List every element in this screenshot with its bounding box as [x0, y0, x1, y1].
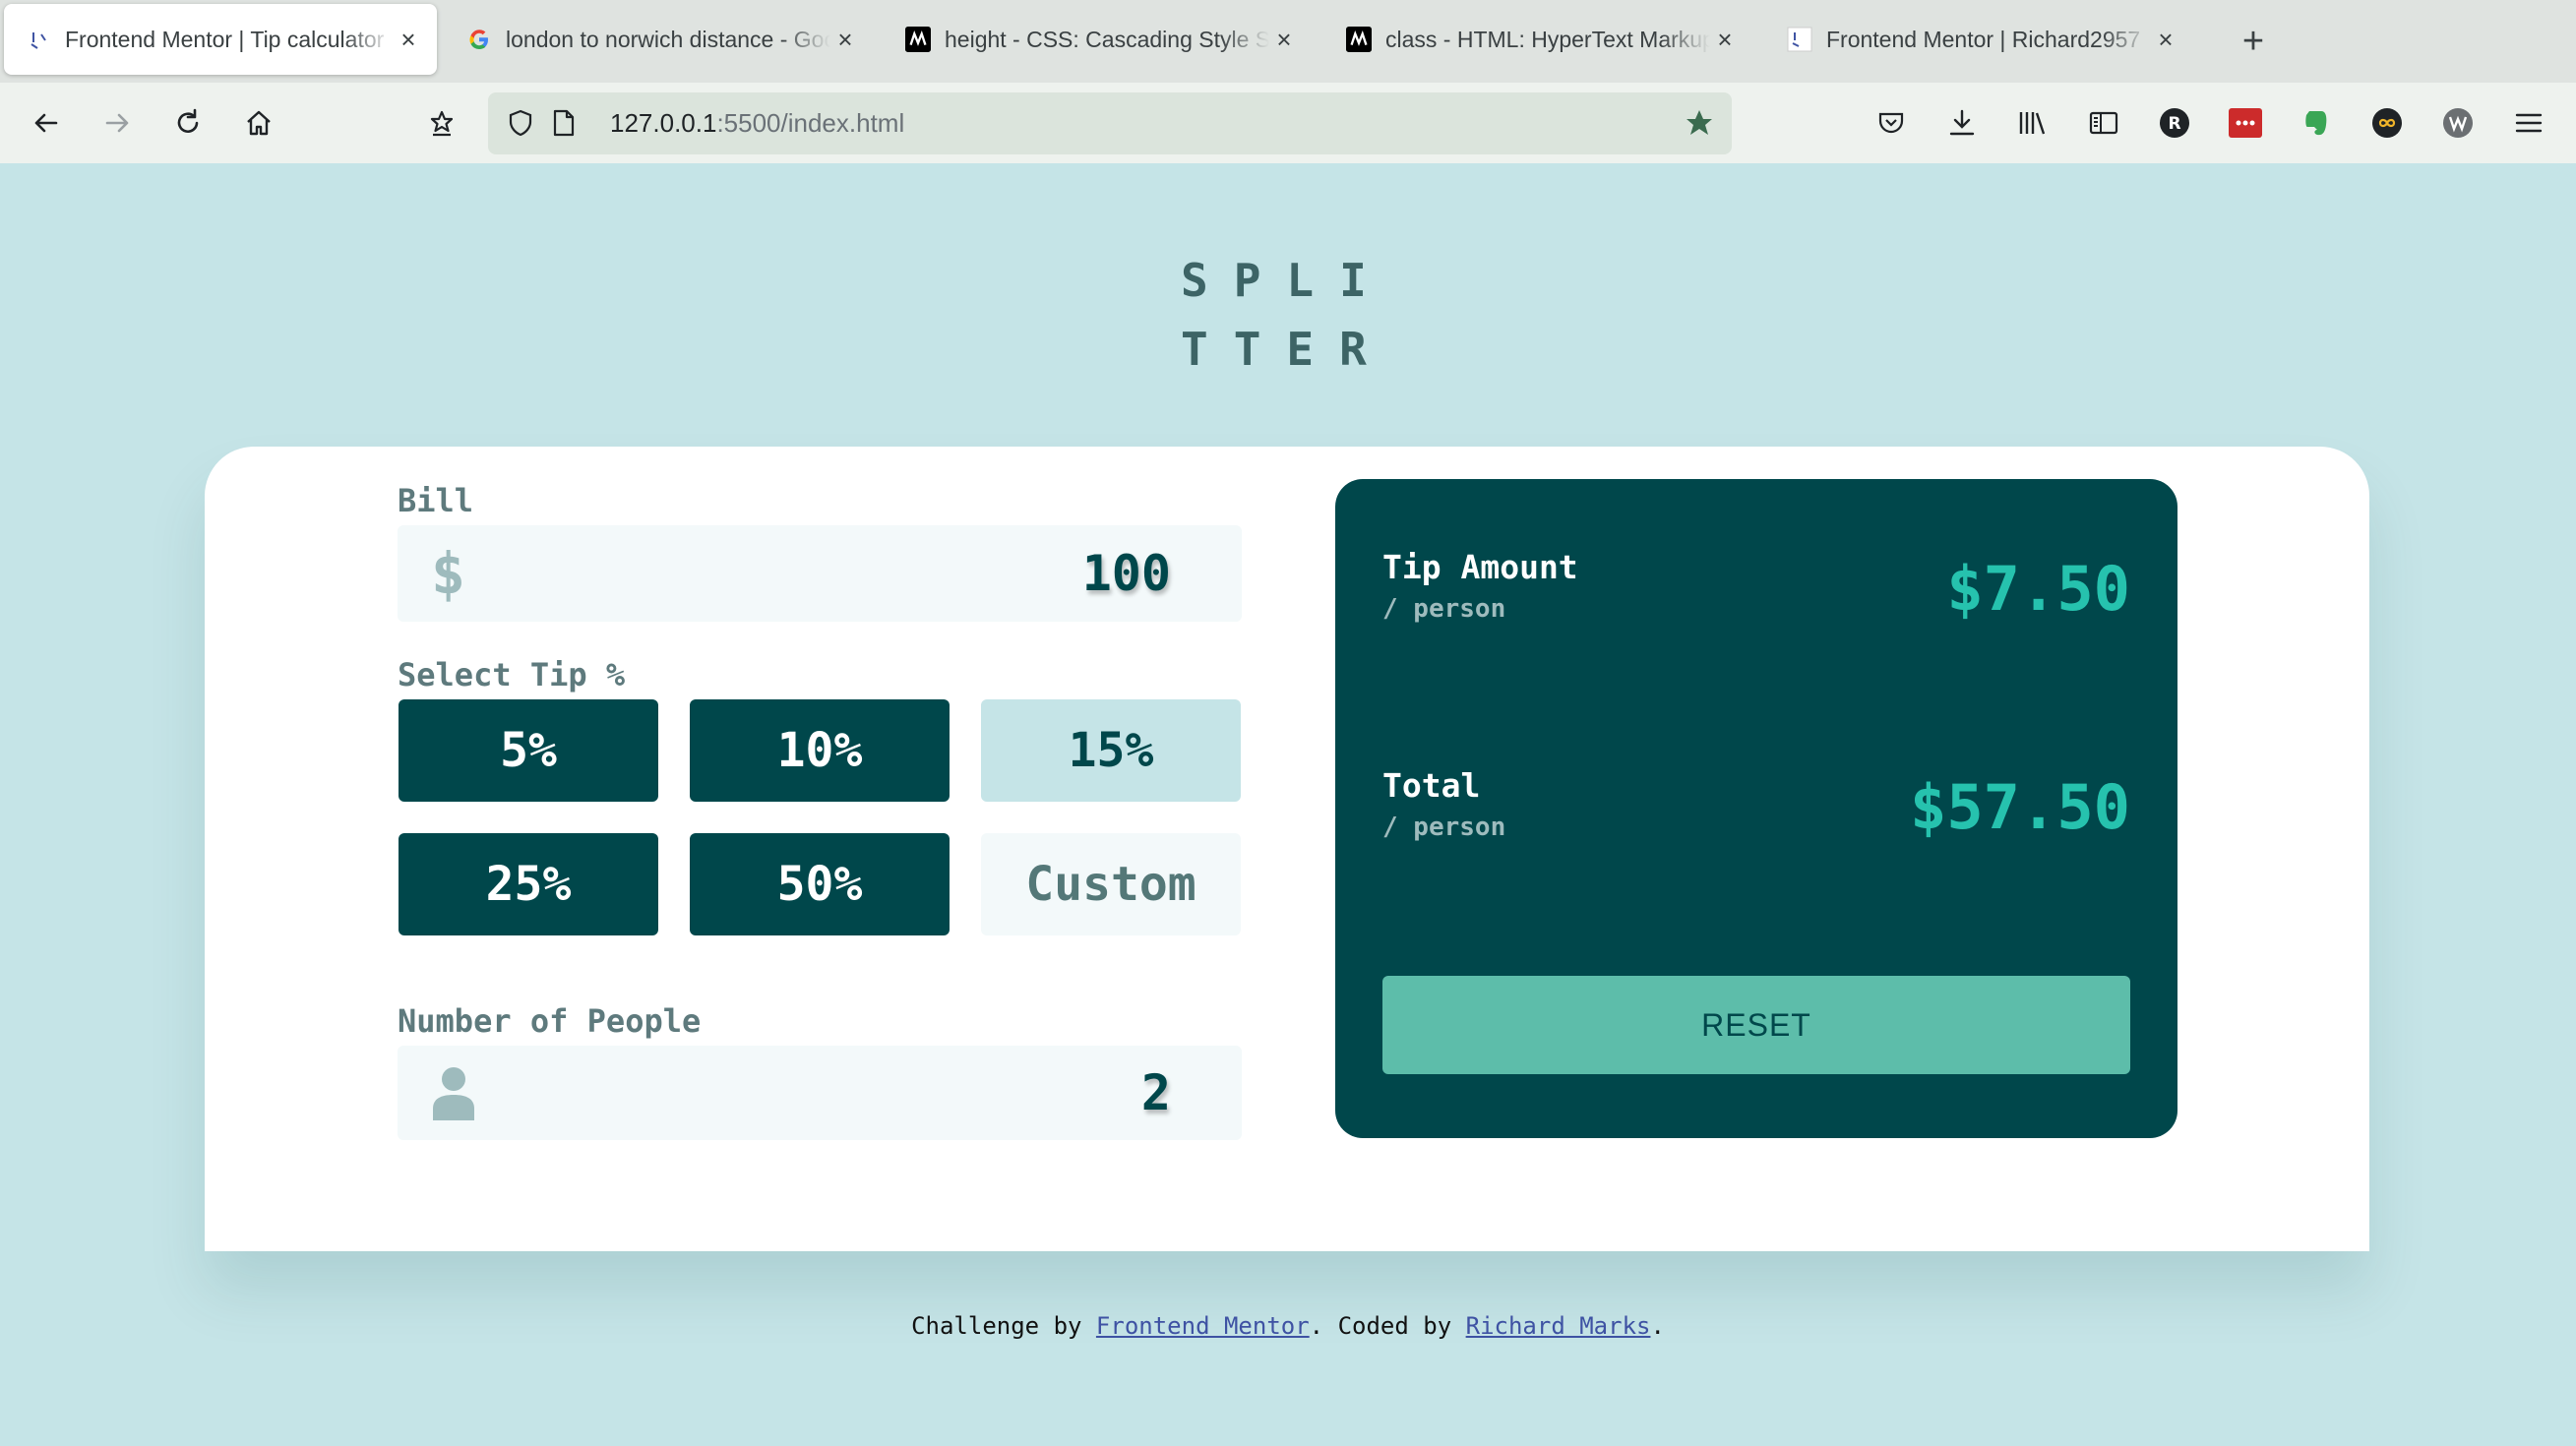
lastpass-icon[interactable]	[2225, 102, 2266, 144]
google-icon	[466, 27, 492, 52]
frontend-mentor-link[interactable]: Frontend Mentor	[1096, 1312, 1310, 1340]
tip-amount-title: Tip Amount	[1382, 548, 1578, 586]
bill-label: Bill	[398, 482, 474, 519]
tip-button-5[interactable]: 5%	[399, 699, 658, 802]
attribution-suffix: .	[1650, 1312, 1665, 1340]
close-icon[interactable]: ×	[1710, 25, 1740, 55]
wappalyzer-icon[interactable]	[2437, 102, 2479, 144]
tip-button-10[interactable]: 10%	[690, 699, 950, 802]
mdn-icon	[1346, 27, 1372, 52]
tip-amount-value: $7.50	[1946, 553, 2130, 625]
number-of-people-label: Number of People	[398, 1002, 702, 1040]
home-icon[interactable]	[238, 102, 279, 144]
reload-icon[interactable]	[167, 102, 209, 144]
sidebar-icon[interactable]	[2083, 102, 2124, 144]
tip-button-50[interactable]: 50%	[690, 833, 950, 935]
tab-mdn-height[interactable]: height - CSS: Cascading Style Sheets ×	[884, 4, 1313, 75]
url-host: 127.0.0.1	[610, 108, 717, 138]
tab-title: Frontend Mentor | Tip calculator	[65, 26, 385, 52]
infinity-extension-icon[interactable]	[2366, 102, 2408, 144]
person-icon	[431, 1046, 476, 1140]
tip-amount-subtitle: / person	[1382, 594, 1506, 624]
close-icon[interactable]: ×	[2151, 25, 2180, 55]
tip-button-15[interactable]: 15%	[981, 699, 1241, 802]
url-path: :5500/index.html	[716, 108, 905, 138]
logo-line-1: SPLI	[1181, 254, 1392, 307]
download-icon[interactable]	[1941, 102, 1983, 144]
browser-tab-bar: Frontend Mentor | Tip calculator × londo…	[0, 0, 2576, 83]
extensions-star-icon[interactable]	[421, 102, 462, 144]
close-icon[interactable]: ×	[1269, 25, 1299, 55]
tab-frontend-mentor-profile[interactable]: Frontend Mentor | Richard2957 ×	[1765, 4, 2194, 75]
attribution-middle: . Coded by	[1309, 1312, 1466, 1340]
tab-title: london to norwich distance - Google Sear…	[506, 26, 830, 52]
custom-tip-input[interactable]: Custom	[981, 833, 1241, 935]
library-icon[interactable]	[2012, 102, 2054, 144]
tab-title: class - HTML: HyperText Markup Language	[1385, 26, 1710, 52]
results-panel: Tip Amount / person $7.50 Total / person…	[1335, 479, 2177, 1138]
total-value: $57.50	[1910, 771, 2130, 843]
mdn-icon	[905, 27, 931, 52]
bill-input[interactable]: $ 100	[398, 525, 1242, 622]
menu-icon[interactable]	[2508, 102, 2549, 144]
pocket-icon[interactable]	[1871, 102, 1912, 144]
splitter-logo: SPLI TTER	[1181, 246, 1397, 384]
dollar-icon: $	[431, 540, 465, 607]
attribution-prefix: Challenge by	[911, 1312, 1096, 1340]
people-value[interactable]: 2	[1141, 1046, 1171, 1140]
page-icon[interactable]	[543, 102, 584, 144]
bill-value[interactable]: 100	[1082, 525, 1171, 622]
tab-title: height - CSS: Cascading Style Sheets	[945, 26, 1269, 52]
evernote-icon[interactable]	[2296, 102, 2337, 144]
tab-google-search[interactable]: london to norwich distance - Google Sear…	[445, 4, 874, 75]
new-tab-button[interactable]: +	[2234, 20, 2273, 63]
close-icon[interactable]: ×	[394, 25, 423, 55]
bookmark-star-icon[interactable]	[1679, 102, 1720, 144]
total-title: Total	[1382, 766, 1481, 805]
forward-icon[interactable]	[96, 102, 138, 144]
people-input[interactable]: 2	[398, 1046, 1242, 1140]
frontend-mentor-icon	[1787, 27, 1812, 52]
frontend-mentor-icon	[26, 27, 51, 52]
close-icon[interactable]: ×	[830, 25, 860, 55]
author-link[interactable]: Richard Marks	[1466, 1312, 1651, 1340]
tab-title: Frontend Mentor | Richard2957	[1826, 26, 2141, 52]
tip-button-25[interactable]: 25%	[399, 833, 658, 935]
logo-line-2: TTER	[1181, 323, 1392, 376]
svg-text:R: R	[2168, 114, 2180, 134]
select-tip-label: Select Tip %	[398, 656, 626, 693]
attribution: Challenge by Frontend Mentor. Coded by R…	[0, 1312, 2576, 1340]
shield-icon[interactable]	[500, 102, 541, 144]
address-bar[interactable]: 127.0.0.1:5500/index.html	[488, 92, 1732, 154]
total-subtitle: / person	[1382, 813, 1506, 842]
tab-frontend-mentor-tip-calculator[interactable]: Frontend Mentor | Tip calculator ×	[4, 4, 437, 75]
back-icon[interactable]	[26, 102, 67, 144]
account-r-icon[interactable]: R	[2154, 102, 2195, 144]
tab-mdn-class[interactable]: class - HTML: HyperText Markup Language …	[1324, 4, 1753, 75]
url-text[interactable]: 127.0.0.1:5500/index.html	[610, 108, 904, 139]
reset-button[interactable]: RESET	[1382, 976, 2130, 1074]
